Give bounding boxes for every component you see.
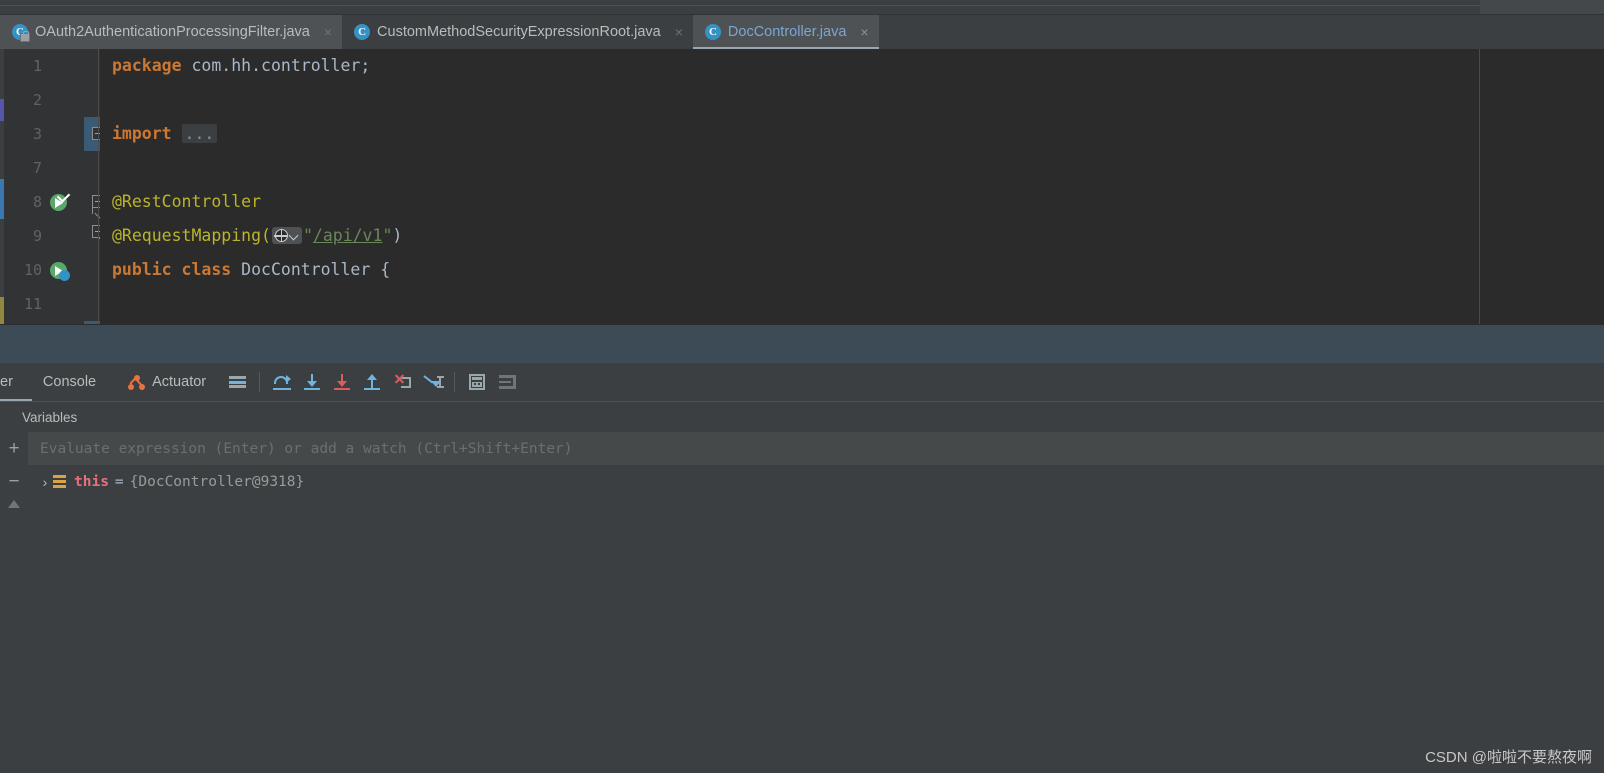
top-divider — [0, 5, 1604, 6]
debug-tab-label: Console — [42, 374, 97, 390]
annotation-requestmapping: @RequestMapping( — [112, 226, 271, 245]
drop-frame-icon[interactable] — [387, 368, 417, 396]
close-icon[interactable]: × — [324, 25, 332, 39]
debug-tab-console[interactable]: Console — [27, 363, 112, 401]
editor-tab-label: CustomMethodSecurityExpressionRoot.java — [377, 24, 661, 40]
step-into-icon[interactable] — [297, 368, 327, 396]
evaluate-expression-row[interactable]: + Evaluate expression (Enter) or add a w… — [0, 432, 1604, 465]
run-method-green-check-icon[interactable] — [50, 189, 71, 212]
line-number: 8 — [32, 193, 42, 211]
variables-panel-footer — [0, 498, 1604, 773]
keyword-class: class — [181, 260, 232, 279]
debug-tab-partial[interactable]: er — [0, 363, 27, 401]
code-text-area[interactable]: package com.hh.controller; import ... @R… — [100, 49, 1479, 324]
editor-tab-bar[interactable]: C OAuth2AuthenticationProcessingFilter.j… — [0, 15, 1604, 49]
code-line-9: @RequestMapping("/api/v1") — [112, 226, 403, 245]
evaluate-expression-input[interactable]: Evaluate expression (Enter) or add a wat… — [28, 432, 1604, 465]
debug-tab-label: Actuator — [152, 374, 207, 390]
csdn-watermark: CSDN @啦啦不要熬夜啊 — [1425, 749, 1592, 766]
code-line-10: public class DocController { — [112, 253, 390, 287]
actuator-icon — [128, 374, 146, 390]
code-line-8: @RestController — [112, 185, 261, 219]
line-number: 2 — [32, 91, 42, 109]
force-step-into-icon[interactable] — [327, 368, 357, 396]
editor-scroll-marker-area[interactable] — [1479, 49, 1604, 457]
variable-name: this — [74, 473, 109, 490]
java-class-icon: C — [354, 24, 371, 40]
keyword-package: package — [112, 56, 182, 75]
fold-placeholder[interactable]: ... — [181, 124, 218, 143]
debug-tab-actuator[interactable]: Actuator — [112, 363, 222, 401]
editor-tab-label: DocController.java — [727, 24, 847, 40]
line-number: 7 — [32, 159, 42, 177]
editor-tab-custommethodsecurity[interactable]: C CustomMethodSecurityExpressionRoot.jav… — [342, 15, 693, 49]
run-class-green-icon[interactable] — [50, 261, 70, 281]
editor-tab-oauth2filter[interactable]: C OAuth2AuthenticationProcessingFilter.j… — [0, 15, 343, 49]
calculator-icon[interactable] — [462, 368, 492, 396]
variable-icon — [53, 475, 66, 488]
request-mapping-url[interactable]: /api/v1 — [313, 226, 383, 245]
package-name: com.hh.controller; — [191, 56, 371, 75]
keyword-public: public — [112, 260, 172, 279]
step-over-icon[interactable] — [267, 368, 297, 396]
step-out-icon[interactable] — [357, 368, 387, 396]
line-number: 1 — [32, 57, 42, 75]
tool-window-divider[interactable] — [0, 324, 1604, 363]
close-icon[interactable]: × — [675, 25, 683, 39]
line-number: 11 — [23, 295, 42, 313]
code-line-1: package com.hh.controller; — [112, 49, 370, 83]
code-editor[interactable]: 1 2 3 7 8 9 10 11 package com.hh.control… — [0, 49, 1604, 565]
line-number: 10 — [23, 261, 42, 279]
java-class-locked-icon: C — [12, 24, 30, 42]
execution-point-icon[interactable] — [222, 368, 252, 396]
top-right-filler — [1480, 0, 1604, 14]
paren-close: ) — [392, 226, 403, 245]
java-class-icon: C — [704, 24, 721, 40]
toolbar-separator — [454, 372, 456, 392]
keyword-import: import — [112, 124, 172, 143]
code-line-3: import ... — [112, 117, 218, 151]
remove-watch-button[interactable]: − — [0, 471, 28, 493]
editor-gutter[interactable]: 1 2 3 7 8 9 10 11 — [4, 49, 105, 565]
variables-panel-header[interactable]: Variables — [0, 401, 1604, 432]
variables-title: Variables — [22, 409, 78, 425]
annotation-restcontroller: @RestController — [112, 192, 262, 211]
close-icon[interactable]: × — [860, 25, 868, 39]
chevron-right-icon[interactable]: › — [37, 474, 53, 490]
brace-open: { — [380, 260, 391, 279]
layout-icon[interactable] — [492, 368, 522, 396]
line-number: 9 — [32, 227, 42, 245]
class-name: DocController — [241, 260, 371, 279]
variables-list-row[interactable]: − › this = {DocController@9318} — [0, 465, 1604, 498]
ide-window: C OAuth2AuthenticationProcessingFilter.j… — [0, 0, 1604, 773]
editor-tab-doccontroller[interactable]: C DocController.java × — [692, 15, 879, 49]
debug-tab-label: er — [0, 374, 13, 390]
variable-value: {DocController@9318} — [129, 473, 305, 490]
editor-tab-label: OAuth2AuthenticationProcessingFilter.jav… — [35, 24, 310, 40]
add-watch-button[interactable]: + — [0, 432, 28, 465]
line-number: 3 — [32, 125, 42, 143]
variable-equals: = — [114, 473, 124, 490]
debugger-toolbar[interactable]: er Console Actuator — [0, 363, 1604, 401]
url-globe-icon[interactable] — [271, 227, 302, 244]
run-to-cursor-icon[interactable] — [417, 368, 447, 396]
scroll-up-icon[interactable] — [8, 500, 20, 508]
toolbar-separator — [259, 372, 261, 392]
window-top-strip — [0, 0, 1604, 15]
